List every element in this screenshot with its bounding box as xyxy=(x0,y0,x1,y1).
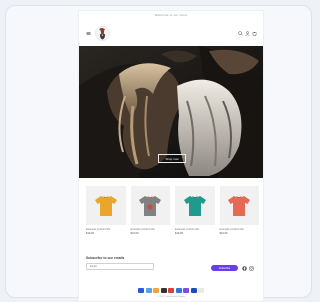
product-grid: Example product title $19.99 Example produ… xyxy=(86,186,260,248)
subscribe-button[interactable]: Subscribe xyxy=(211,265,238,271)
product-title[interactable]: Example product title xyxy=(175,228,215,231)
payment-method-icon xyxy=(153,288,159,293)
facebook-icon[interactable] xyxy=(242,265,247,271)
preview-card: Welcome to our store Shop now Example pr… xyxy=(5,5,312,301)
store-header xyxy=(79,20,263,47)
payment-method-icon xyxy=(190,288,197,293)
payment-method-icon xyxy=(145,288,152,293)
product-image[interactable] xyxy=(86,186,126,225)
product-price: $19.99 xyxy=(86,232,94,236)
store-footer: © 2023, Powered by Shopify xyxy=(79,286,263,300)
tshirt-icon xyxy=(94,195,117,216)
product-image[interactable] xyxy=(219,186,259,225)
announcement-bar: Welcome to our store xyxy=(79,11,263,18)
product-card[interactable]: Example product title $19.99 xyxy=(86,186,126,248)
payment-method-icon xyxy=(168,288,174,293)
product-title[interactable]: Example product title xyxy=(131,228,171,231)
payment-method-icon xyxy=(175,288,182,293)
product-card[interactable]: Example product title $19.99 xyxy=(175,186,215,248)
announcement-text: Welcome to our store xyxy=(154,12,188,17)
instagram-icon[interactable] xyxy=(249,265,254,271)
product-image[interactable] xyxy=(175,186,215,225)
email-field[interactable] xyxy=(86,263,154,270)
cart-icon[interactable] xyxy=(252,31,257,36)
product-price: $19.99 xyxy=(219,232,228,236)
account-icon[interactable] xyxy=(245,31,250,36)
product-image[interactable] xyxy=(130,186,170,225)
payment-method-icon xyxy=(198,288,204,293)
tshirt-icon xyxy=(183,195,206,216)
product-price: $19.99 xyxy=(175,232,183,236)
shop-now-button[interactable]: Shop now xyxy=(158,154,186,163)
copyright-text: © 2023, Powered by Shopify xyxy=(157,295,185,298)
product-title[interactable]: Example product title xyxy=(220,228,260,231)
menu-icon[interactable] xyxy=(86,31,91,36)
tshirt-icon xyxy=(228,195,251,216)
payment-icons xyxy=(129,288,213,294)
hero-banner: Shop now xyxy=(79,46,263,178)
newsletter-section: Subscribe to our emails Subscribe xyxy=(86,256,258,280)
tshirt-icon xyxy=(139,195,162,216)
product-card[interactable]: Example product title $19.99 xyxy=(219,186,260,248)
payment-method-icon xyxy=(160,288,167,293)
product-card[interactable]: Example product title $19.99 xyxy=(130,186,171,248)
payment-method-icon xyxy=(183,288,189,293)
payment-method-icon xyxy=(138,288,144,293)
newsletter-title: Subscribe to our emails xyxy=(86,256,125,260)
store-logo[interactable] xyxy=(94,25,111,42)
search-icon[interactable] xyxy=(238,31,243,36)
product-price: $19.99 xyxy=(130,232,139,236)
product-title[interactable]: Example product title xyxy=(86,228,126,231)
store-preview[interactable]: Welcome to our store Shop now Example pr… xyxy=(79,11,263,301)
